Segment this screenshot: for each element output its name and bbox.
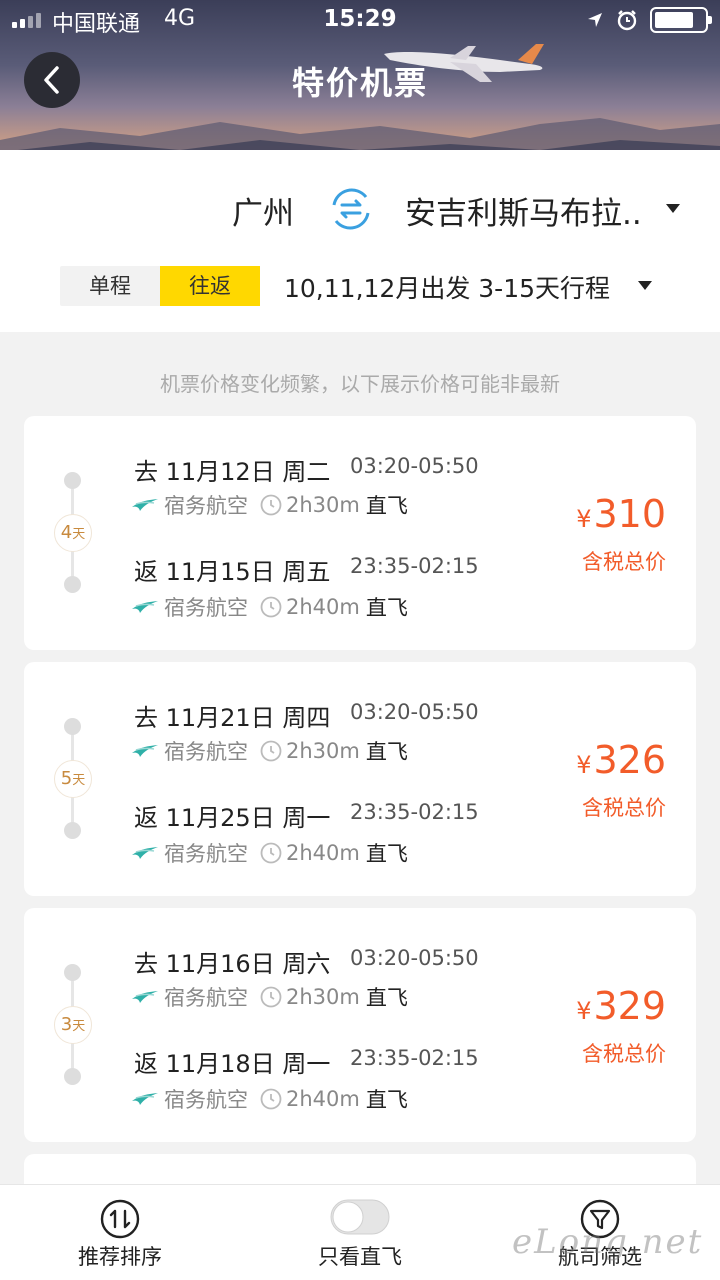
clock-icon [260,986,282,1008]
return-time: 23:35-02:15 [350,554,479,578]
flight-duration: 2h30m [286,493,360,517]
price-note: 含税总价 [582,796,666,820]
return-info: 宿务航空 2h40m 直飞 [132,1084,408,1114]
flight-type: 直飞 [365,494,408,518]
trip-duration-badge: 5天 [54,760,92,798]
outbound-info: 宿务航空 2h30m 直飞 [132,490,408,520]
panel-curve [0,155,720,178]
sort-button[interactable]: 推荐排序 [40,1185,200,1280]
price-note: 含税总价 [582,550,666,574]
timeline-dot [64,822,81,839]
timeline-dot [64,576,81,593]
airline-logo-icon [132,1093,158,1105]
airline-name: 宿务航空 [164,986,248,1010]
return-date: 返 11月18日 周一 [134,1050,331,1078]
flight-duration: 2h40m [286,1087,360,1111]
outbound-info: 宿务航空 2h30m 直飞 [132,982,408,1012]
caret-down-icon[interactable] [666,204,680,214]
one-way-tab[interactable]: 单程 [60,266,160,306]
battery-icon [650,7,712,33]
airline-name: 宿务航空 [164,1088,248,1112]
alarm-icon [617,10,637,31]
price-notice: 机票价格变化频繁，以下展示价格可能非最新 [160,372,560,396]
flight-type: 直飞 [365,986,408,1010]
page-title: 特价机票 [291,64,428,102]
clock-icon [260,842,282,864]
flight-duration: 2h30m [286,985,360,1009]
timeline-dot [64,1068,81,1085]
timeline-dot [64,472,81,489]
swap-cities-icon[interactable] [326,184,376,234]
caret-down-icon[interactable] [638,281,652,291]
trip-duration-badge: 4天 [54,514,92,552]
return-info: 宿务航空 2h40m 直飞 [132,838,408,868]
flight-card[interactable]: 3天 去 11月16日 周六 03:20-05:50 宿务航空 2h30m 直飞… [24,908,696,1142]
toggle-switch-icon[interactable] [330,1199,390,1235]
departure-city[interactable]: 广州 [232,188,294,233]
price-note: 含税总价 [582,1042,666,1066]
airline-name: 宿务航空 [164,494,248,518]
clock-icon [260,740,282,762]
status-bar: 中国联通 4G 15:29 [0,0,720,40]
header-banner: 中国联通 4G 15:29 特价机票 [0,0,720,172]
outbound-date: 去 11月21日 周四 [134,704,331,732]
airline-logo-icon [132,499,158,511]
direct-only-toggle[interactable]: 只看直飞 [280,1185,440,1280]
sort-icon [100,1199,140,1239]
total-price: ¥310 [576,492,666,536]
outbound-time: 03:20-05:50 [350,946,479,970]
airline-logo-icon [132,991,158,1003]
flight-type: 直飞 [365,596,408,620]
clock-icon [260,494,282,516]
return-time: 23:35-02:15 [350,1046,479,1070]
return-time: 23:35-02:15 [350,800,479,824]
clock-icon [260,1088,282,1110]
outbound-info: 宿务航空 2h30m 直飞 [132,736,408,766]
flight-duration: 2h40m [286,841,360,865]
destination-city[interactable]: 安吉利斯马布拉.. [405,188,642,233]
flight-type: 直飞 [365,740,408,764]
outbound-time: 03:20-05:50 [350,700,479,724]
airline-logo-icon [132,847,158,859]
timeline-dot [64,964,81,981]
total-price: ¥329 [576,984,666,1028]
outbound-date: 去 11月12日 周二 [134,458,331,486]
flight-card[interactable]: 4天 去 11月12日 周二 03:20-05:50 宿务航空 2h30m 直飞… [24,416,696,650]
trip-type-toggle: 单程 往返 [60,266,260,306]
timeline-dot [64,718,81,735]
sort-label: 推荐排序 [78,1245,162,1269]
flight-type: 直飞 [365,1088,408,1112]
clock-icon [260,596,282,618]
airline-name: 宿务航空 [164,740,248,764]
flight-type: 直飞 [365,842,408,866]
direct-only-label: 只看直飞 [318,1245,402,1269]
outbound-time: 03:20-05:50 [350,454,479,478]
flight-card[interactable]: 5天 去 11月21日 周四 03:20-05:50 宿务航空 2h30m 直飞… [24,662,696,896]
airline-logo-icon [132,745,158,757]
airline-logo-icon [132,601,158,613]
return-date: 返 11月15日 周五 [134,558,331,586]
airline-name: 宿务航空 [164,842,248,866]
round-trip-tab[interactable]: 往返 [160,266,260,306]
route-panel: 广州 安吉利斯马布拉.. 单程 往返 10,11,12月出发 3-15天行程 [0,150,720,332]
departure-range[interactable]: 10,11,12月出发 3-15天行程 [284,269,610,305]
flight-duration: 2h30m [286,739,360,763]
flight-duration: 2h40m [286,595,360,619]
trip-duration-badge: 3天 [54,1006,92,1044]
watermark: eLong.net [512,1222,704,1262]
return-date: 返 11月25日 周一 [134,804,331,832]
airline-name: 宿务航空 [164,596,248,620]
return-info: 宿务航空 2h40m 直飞 [132,592,408,622]
location-arrow-icon [588,13,602,27]
outbound-date: 去 11月16日 周六 [134,950,331,978]
total-price: ¥326 [576,738,666,782]
